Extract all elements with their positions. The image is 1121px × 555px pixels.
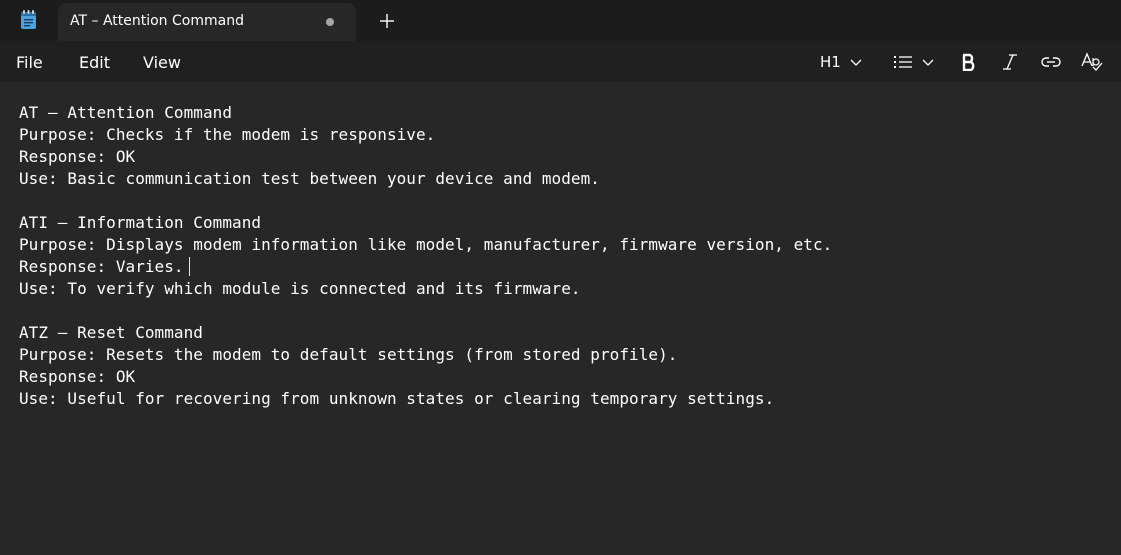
menu-file[interactable]: File [16,53,43,72]
text-line: Purpose: Displays modem information like… [19,235,833,254]
unsaved-indicator-icon[interactable] [326,18,334,26]
text-line: Response: Varies. [19,257,184,276]
link-icon [1041,56,1061,67]
spellcheck-icon [1081,51,1103,71]
bold-icon [962,53,975,71]
document-body[interactable]: AT – Attention Command Purpose: Checks i… [19,102,832,410]
italic-icon [1003,53,1017,70]
notepad-window: AT – Attention Command File Edit View H1 [0,0,1121,555]
list-icon [894,55,912,68]
text-cursor [189,257,190,276]
menu-view[interactable]: View [143,53,181,72]
heading-atz: ATZ – Reset Command [19,323,203,342]
heading-label: H1 [820,52,841,71]
text-line: Use: Useful for recovering from unknown … [19,389,775,408]
text-line: Purpose: Resets the modem to default set… [19,345,678,364]
heading-ati: ATI – Information Command [19,213,262,232]
plus-icon [380,14,394,28]
link-button[interactable] [1040,41,1062,82]
list-dropdown[interactable] [893,41,935,82]
menu-edit[interactable]: Edit [79,53,110,72]
heading-at: AT – Attention Command [19,103,233,122]
menu-bar: File Edit View H1 [0,41,1121,82]
italic-button[interactable] [1002,41,1018,82]
chevron-down-icon [922,59,934,66]
text-line: Use: To verify which module is connected… [19,279,581,298]
title-bar: AT – Attention Command [0,0,1121,41]
document-tab[interactable]: AT – Attention Command [58,3,356,41]
chevron-down-icon [850,59,862,66]
text-line: Purpose: Checks if the modem is responsi… [19,125,436,144]
text-line: Use: Basic communication test between yo… [19,169,600,188]
text-line: Response: OK [19,367,136,386]
text-editor[interactable]: AT – Attention Command Purpose: Checks i… [0,82,1121,555]
text-line: Response: OK [19,147,136,166]
new-tab-button[interactable] [376,10,398,32]
bold-button[interactable] [961,41,977,82]
heading-dropdown[interactable]: H1 [820,41,863,82]
notepad-app-icon [19,10,38,30]
tab-title: AT – Attention Command [70,13,244,29]
spellcheck-button[interactable] [1081,41,1103,82]
